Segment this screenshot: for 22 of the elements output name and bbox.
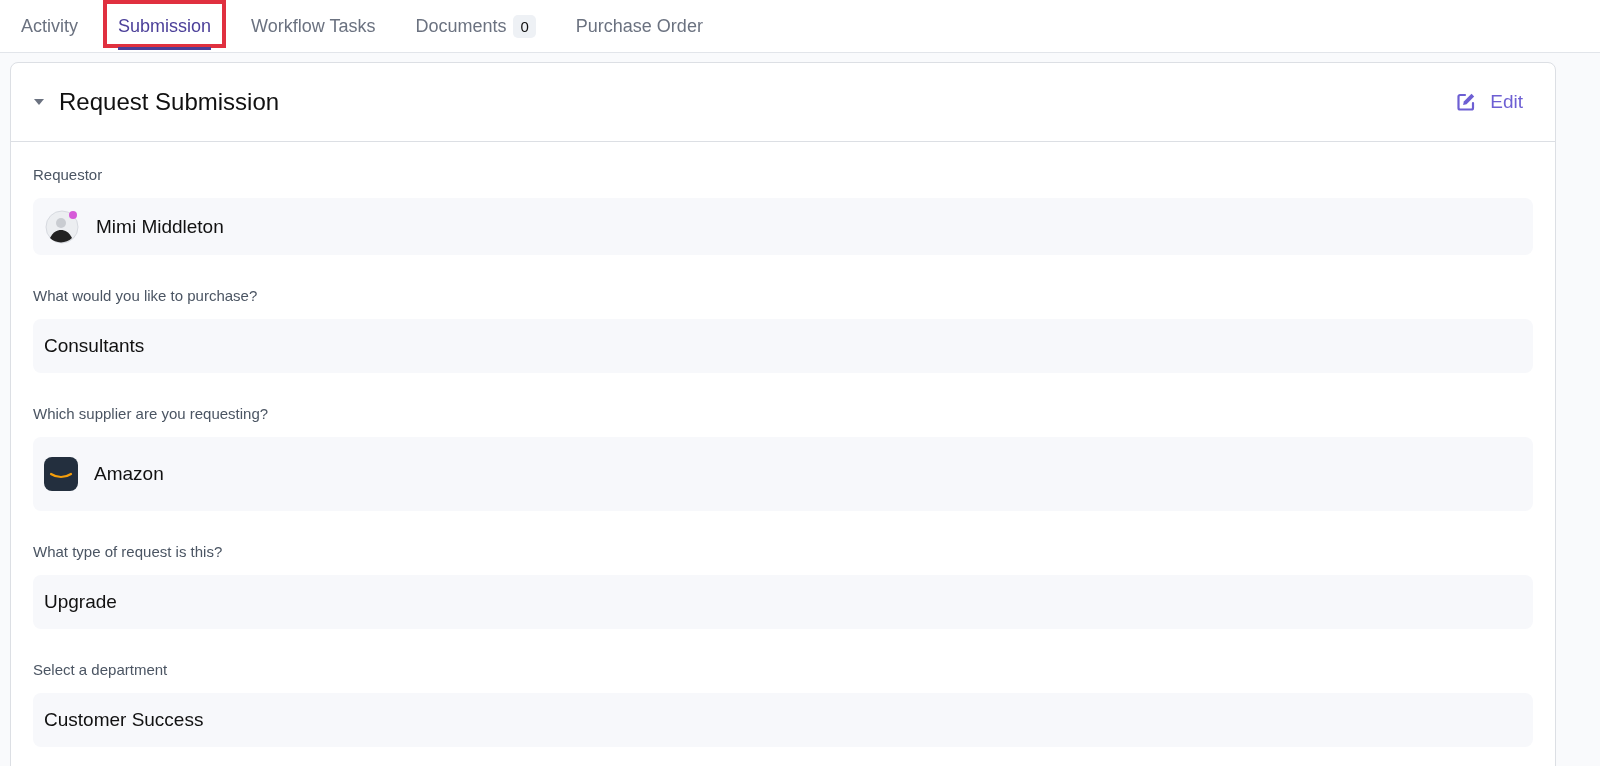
edit-icon bbox=[1456, 92, 1477, 112]
edit-button[interactable]: Edit bbox=[1456, 91, 1523, 113]
count-badge: 0 bbox=[513, 14, 536, 38]
field-value: Customer Success bbox=[33, 693, 1533, 747]
field-value: Upgrade bbox=[33, 575, 1533, 629]
tab[interactable]: Activity bbox=[4, 0, 95, 52]
field-label: What type of request is this? bbox=[33, 543, 224, 560]
field-value: Mimi Middleton bbox=[33, 198, 1533, 255]
caret-icon bbox=[33, 98, 45, 106]
tab[interactable]: Workflow Tasks bbox=[234, 0, 393, 52]
tab[interactable]: Documents 0 bbox=[398, 0, 553, 52]
field-label: Which supplier are you requesting? bbox=[33, 405, 270, 422]
tab[interactable]: Purchase Order bbox=[558, 0, 720, 52]
avatar-icon bbox=[44, 208, 80, 245]
field-value: Consultants bbox=[33, 319, 1533, 373]
supplier-logo-icon bbox=[44, 457, 78, 491]
field-value: Amazon bbox=[33, 437, 1533, 511]
tab[interactable]: Submission bbox=[101, 0, 229, 52]
field-label: Requestor bbox=[33, 166, 104, 183]
section-title: Request Submission bbox=[59, 88, 280, 116]
field-label: What would you like to purchase? bbox=[33, 287, 259, 304]
field-label: Select a department bbox=[33, 661, 169, 678]
